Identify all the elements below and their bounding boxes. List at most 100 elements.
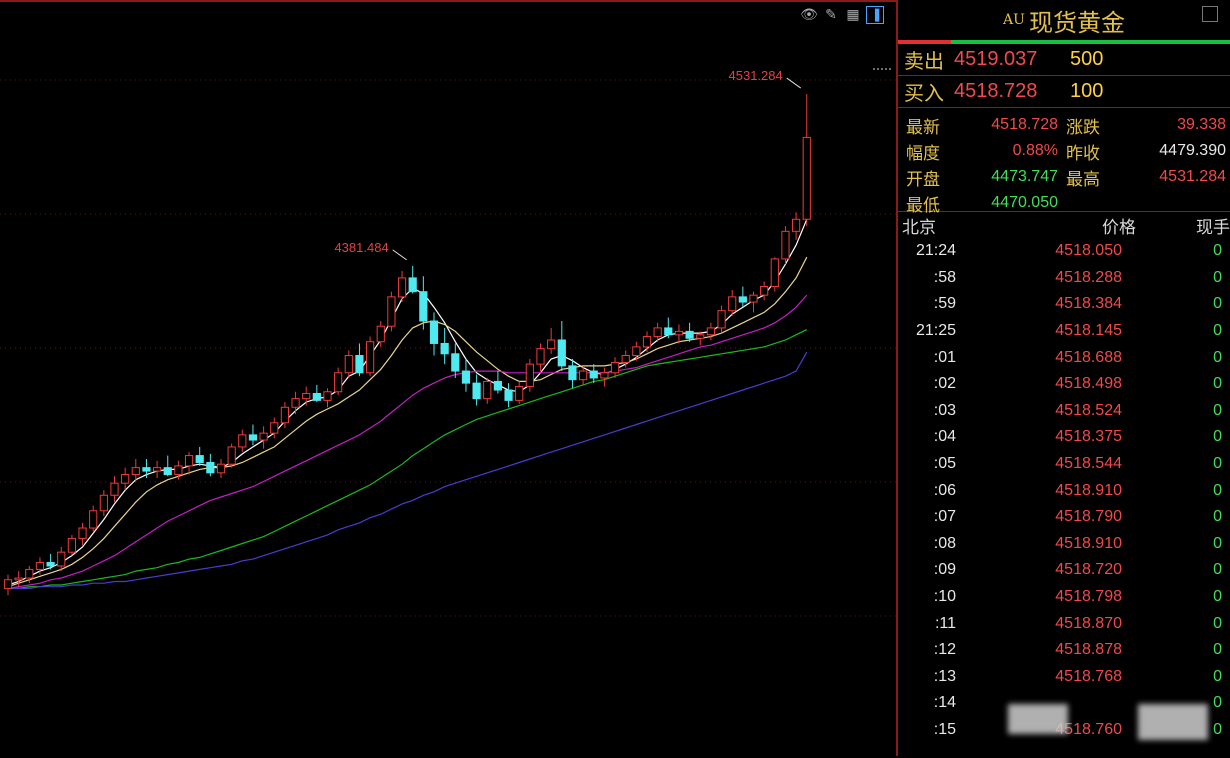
- tick-price: 4518.145: [1055, 322, 1122, 340]
- buy-row[interactable]: 买入 4518.728 100: [898, 76, 1230, 108]
- instrument-name: 现货黄金: [1028, 8, 1125, 37]
- tick-row[interactable]: :13 4518.768 0: [898, 664, 1230, 691]
- tick-volume: 0: [1213, 322, 1222, 340]
- candle-body: [685, 330, 694, 339]
- candle-body: [504, 389, 513, 401]
- tick-row[interactable]: :10 4518.798 0: [898, 584, 1230, 611]
- panel-icon[interactable]: ▐: [866, 6, 884, 24]
- candle: [259, 426, 268, 449]
- tick-time: :59: [933, 295, 956, 313]
- tick-row[interactable]: :07 4518.790 0: [898, 504, 1230, 531]
- tick-row[interactable]: :05 4518.544 0: [898, 451, 1230, 478]
- tick-time: :58: [933, 268, 956, 286]
- candle-body: [302, 392, 311, 400]
- candle-body: [14, 577, 23, 581]
- prev-close-value: 4479.390: [1159, 142, 1226, 159]
- candle-body: [184, 455, 194, 467]
- tick-price: 4518.910: [1055, 534, 1122, 552]
- candle: [557, 321, 566, 372]
- candle: [760, 281, 769, 301]
- tick-row[interactable]: :01 4518.688 0: [898, 344, 1230, 371]
- candle-body: [110, 482, 119, 496]
- grid-icon[interactable]: ▦: [844, 6, 862, 24]
- ticks-time-header: 北京: [902, 217, 936, 238]
- candlestick-chart[interactable]: 4531.284 4381.484: [0, 2, 896, 758]
- tick-time: :07: [933, 508, 956, 526]
- tick-volume: 0: [1213, 561, 1222, 579]
- tick-row[interactable]: :12 4518.878 0: [898, 637, 1230, 664]
- pct-label: 幅度: [906, 143, 940, 164]
- candle: [3, 574, 13, 596]
- tick-row[interactable]: :03 4518.524 0: [898, 398, 1230, 425]
- tick-price: 4518.050: [1055, 242, 1122, 260]
- candle: [121, 467, 130, 491]
- price-annotation: 4381.484: [334, 240, 388, 255]
- ticks-list[interactable]: 21:24 4518.050 0:58 4518.288 0:59 4518.384 0 21…: [898, 238, 1230, 743]
- candle: [547, 327, 556, 354]
- tick-row[interactable]: :59 4518.384 0: [898, 291, 1230, 318]
- tick-time: :04: [933, 428, 956, 446]
- candle: [302, 386, 311, 406]
- candle-body: [461, 370, 471, 384]
- candle: [419, 276, 428, 330]
- candle: [749, 291, 758, 313]
- candle: [57, 547, 66, 572]
- tick-row[interactable]: :04 4518.375 0: [898, 424, 1230, 451]
- tick-time: :02: [933, 375, 956, 393]
- candle-body: [206, 461, 215, 474]
- moving-average-line: [8, 329, 808, 590]
- tick-row[interactable]: :11 4518.870 0: [898, 610, 1230, 637]
- candle: [408, 265, 417, 294]
- candle-body: [525, 363, 534, 388]
- tick-row[interactable]: :06 4518.910 0: [898, 477, 1230, 504]
- candle-body: [536, 348, 545, 365]
- candle-body: [664, 327, 673, 336]
- tick-row[interactable]: 21:25 4518.145 0: [898, 318, 1230, 345]
- candle: [163, 455, 172, 477]
- candle: [472, 374, 481, 406]
- candle-body: [376, 325, 385, 343]
- pen-icon[interactable]: ✎: [822, 6, 840, 24]
- candle: [770, 257, 779, 292]
- quote-stats: 最新 4518.728 涨跌 39.338 幅度 0.88% 昨收 4479.3…: [898, 108, 1230, 216]
- candle-body: [621, 355, 630, 363]
- tick-time: :13: [933, 667, 956, 685]
- tick-row[interactable]: :08 4518.910 0: [898, 531, 1230, 558]
- candle-body: [642, 336, 652, 348]
- tick-price: 4518.878: [1055, 641, 1122, 659]
- candle: [792, 212, 801, 240]
- sell-price: 4519.037: [954, 48, 1038, 70]
- tick-price: 4518.798: [1055, 588, 1122, 606]
- annotation-arrow: [786, 77, 802, 89]
- window-icon[interactable]: [1202, 6, 1218, 22]
- sell-row[interactable]: 卖出 4519.037 500: [898, 44, 1230, 76]
- tick-time: :15: [933, 720, 956, 738]
- candle-body: [355, 355, 364, 374]
- candle-body: [142, 467, 151, 472]
- candle: [440, 327, 449, 365]
- candlestick-chart-area[interactable]: 4531.284 4381.484 👁 ✎ ▦ ▐: [0, 0, 896, 756]
- eye-icon[interactable]: 👁: [800, 6, 818, 24]
- candle: [781, 226, 790, 265]
- candle-body: [323, 391, 332, 401]
- candle-body: [589, 370, 598, 379]
- moving-average-line: [7, 256, 808, 588]
- candle-body: [344, 355, 353, 374]
- instrument-title: AU 现货黄金: [898, 0, 1230, 40]
- tick-row[interactable]: 21:24 4518.050 0: [898, 238, 1230, 265]
- ticks-volume-header: 现手: [1196, 217, 1230, 238]
- tick-volume: 0: [1213, 401, 1222, 419]
- tick-row[interactable]: :58 4518.288 0: [898, 265, 1230, 292]
- candle-body: [419, 291, 428, 322]
- tick-time: :03: [933, 401, 956, 419]
- candle: [216, 459, 226, 478]
- tick-price: 4518.688: [1055, 348, 1122, 366]
- candle: [184, 452, 194, 475]
- tick-row[interactable]: :09 4518.720 0: [898, 557, 1230, 584]
- tick-row[interactable]: :02 4518.498 0: [898, 371, 1230, 398]
- candle: [291, 391, 300, 415]
- candle-body: [579, 370, 588, 381]
- candle: [674, 324, 684, 344]
- candle-body: [121, 474, 130, 484]
- change-label: 涨跌: [1066, 117, 1100, 138]
